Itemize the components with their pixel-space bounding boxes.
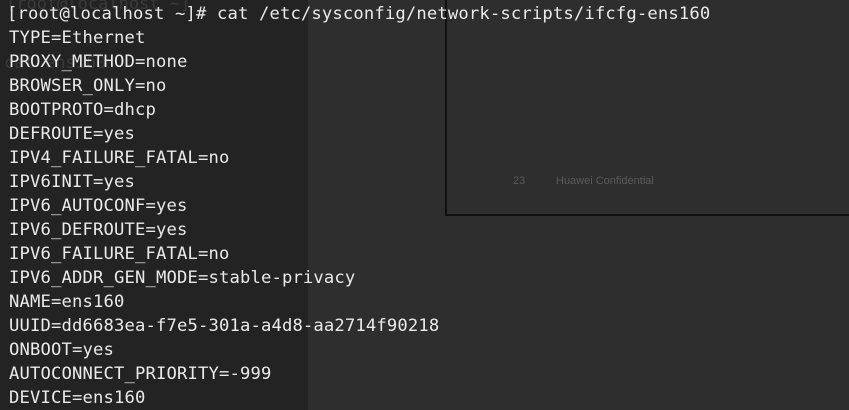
output-line: UUID=dd6683ea-f7e5-301a-a4d8-aa2714f9021… xyxy=(9,316,440,336)
output-line: TYPE=Ethernet xyxy=(9,28,146,48)
output-line: IPV4_FAILURE_FATAL=no xyxy=(9,148,230,168)
output-line: BOOTPROTO=dhcp xyxy=(9,100,156,120)
output-line: IPV6_ADDR_GEN_MODE=stable-privacy xyxy=(9,268,356,288)
output-line: IPV6INIT=yes xyxy=(9,172,135,192)
terminal-window: [root@localhost ~] cat ens160 23 Huawei … xyxy=(0,0,849,410)
terminal-output[interactable]: [root@localhost ~]# cat /etc/sysconfig/n… xyxy=(0,0,849,410)
output-line: AUTOCONNECT_PRIORITY=-999 xyxy=(9,364,272,384)
output-line: IPV6_FAILURE_FATAL=no xyxy=(9,244,230,264)
output-line: IPV6_AUTOCONF=yes xyxy=(9,196,188,216)
output-line: IPV6_DEFROUTE=yes xyxy=(9,220,188,240)
command-prompt-line: [root@localhost ~]# cat /etc/sysconfig/n… xyxy=(7,4,711,24)
output-line: DEVICE=ens160 xyxy=(9,388,146,408)
output-line: PROXY_METHOD=none xyxy=(9,52,188,72)
output-line: NAME=ens160 xyxy=(9,292,125,312)
output-line: ONBOOT=yes xyxy=(9,340,114,360)
output-line: DEFROUTE=yes xyxy=(9,124,135,144)
output-line: BROWSER_ONLY=no xyxy=(9,76,167,96)
